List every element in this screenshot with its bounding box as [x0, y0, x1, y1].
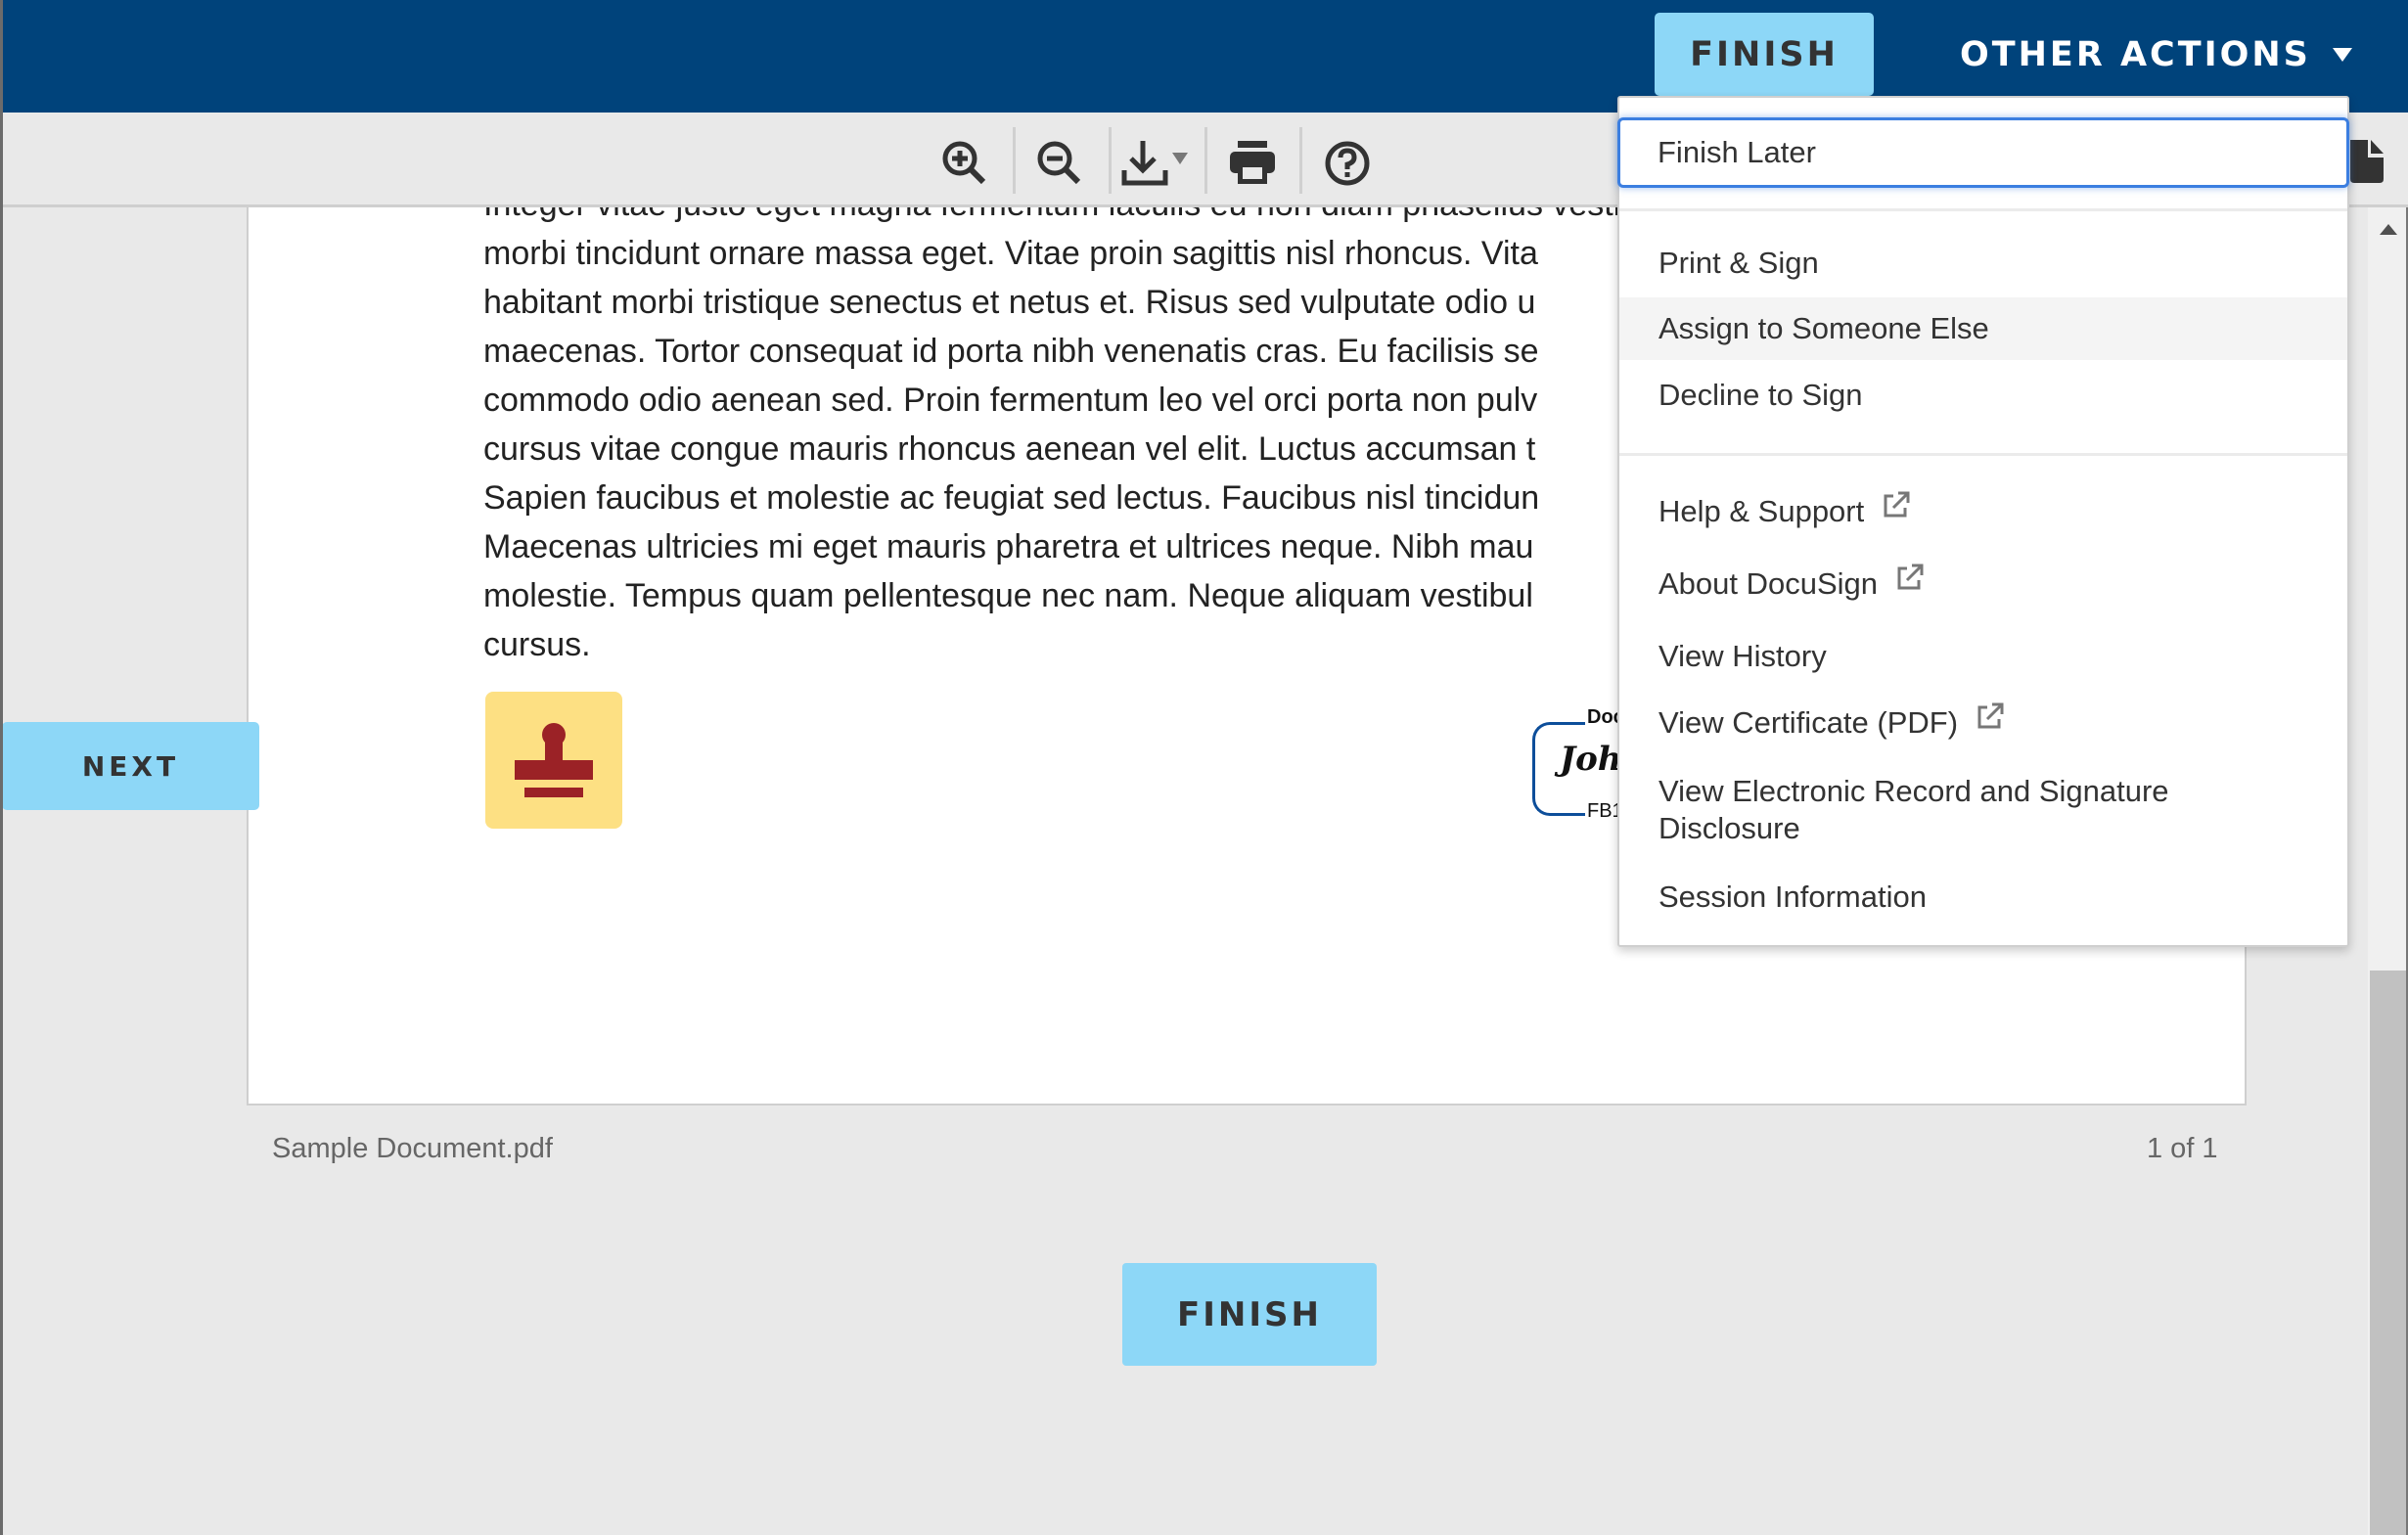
menu-item-view-electronic-record[interactable]: View Electronic Record and Signature Dis…	[1619, 773, 2347, 851]
vertical-scrollbar[interactable]	[2368, 207, 2408, 1535]
zoom-in-icon	[942, 141, 986, 185]
stamp-field[interactable]	[485, 692, 622, 829]
menu-item-label: Help & Support	[1658, 494, 1865, 528]
external-link-icon	[1897, 564, 1924, 590]
document-file-name: Sample Document.pdf	[272, 1133, 553, 1164]
menu-item-finish-later[interactable]: Finish Later	[1617, 117, 2349, 188]
toolbar-divider	[1299, 127, 1302, 194]
page-indicator: 1 of 1	[2147, 1133, 2218, 1164]
help-button[interactable]	[1313, 134, 1382, 193]
toolbar-divider	[1204, 127, 1207, 194]
menu-item-label: View History	[1658, 639, 1827, 673]
menu-item-label: Assign to Someone Else	[1658, 311, 1989, 345]
menu-item-view-history[interactable]: View History	[1619, 624, 2347, 689]
menu-item-about-docusign[interactable]: About DocuSign	[1619, 552, 2347, 616]
menu-item-print-sign[interactable]: Print & Sign	[1619, 231, 2347, 295]
download-button[interactable]	[1118, 134, 1202, 193]
toolbar-divider	[1109, 127, 1112, 194]
print-button[interactable]	[1218, 134, 1287, 193]
download-icon	[1121, 141, 1188, 186]
menu-item-decline-to-sign[interactable]: Decline to Sign	[1619, 364, 2347, 427]
bottom-finish-button[interactable]: FINISH	[1122, 1263, 1377, 1366]
menu-item-assign-someone-else[interactable]: Assign to Someone Else	[1619, 297, 2347, 360]
next-button[interactable]: NEXT	[2, 722, 259, 810]
other-actions-label: OTHER ACTIONS	[1960, 34, 2311, 74]
stamp-icon	[515, 723, 593, 797]
menu-item-label: View Certificate (PDF)	[1658, 705, 1959, 740]
header-finish-button[interactable]: FINISH	[1655, 13, 1874, 96]
menu-item-label: About DocuSign	[1658, 566, 1879, 601]
caret-down-icon	[2332, 47, 2352, 62]
menu-item-view-certificate[interactable]: View Certificate (PDF)	[1619, 691, 2347, 755]
other-actions-menu: Finish Later Print & Sign Assign to Some…	[1617, 96, 2349, 947]
menu-item-label: Session Information	[1658, 880, 1927, 914]
menu-item-label: Decline to Sign	[1658, 378, 1863, 412]
zoom-out-icon	[1037, 141, 1081, 185]
menu-item-label: Finish Later	[1658, 135, 1816, 169]
menu-item-label: Print & Sign	[1658, 246, 1819, 280]
document-icon[interactable]	[2350, 140, 2384, 183]
print-icon	[1230, 141, 1275, 184]
external-link-icon	[1884, 491, 1910, 518]
zoom-in-button[interactable]	[931, 134, 999, 193]
menu-divider	[1619, 453, 2347, 456]
menu-item-label: View Electronic Record and Signature Dis…	[1658, 774, 2169, 845]
scroll-up-arrow-icon[interactable]	[2380, 224, 2397, 235]
other-actions-dropdown-button[interactable]: OTHER ACTIONS	[1942, 13, 2370, 96]
window-left-border	[0, 0, 3, 1535]
zoom-out-button[interactable]	[1025, 134, 1094, 193]
help-icon	[1325, 141, 1370, 186]
external-link-icon	[1977, 702, 2004, 729]
menu-item-session-information[interactable]: Session Information	[1619, 867, 2347, 927]
menu-item-help-support[interactable]: Help & Support	[1619, 479, 2347, 544]
scrollbar-thumb[interactable]	[2370, 971, 2406, 1535]
toolbar-divider	[1013, 127, 1016, 194]
menu-divider	[1619, 208, 2347, 211]
